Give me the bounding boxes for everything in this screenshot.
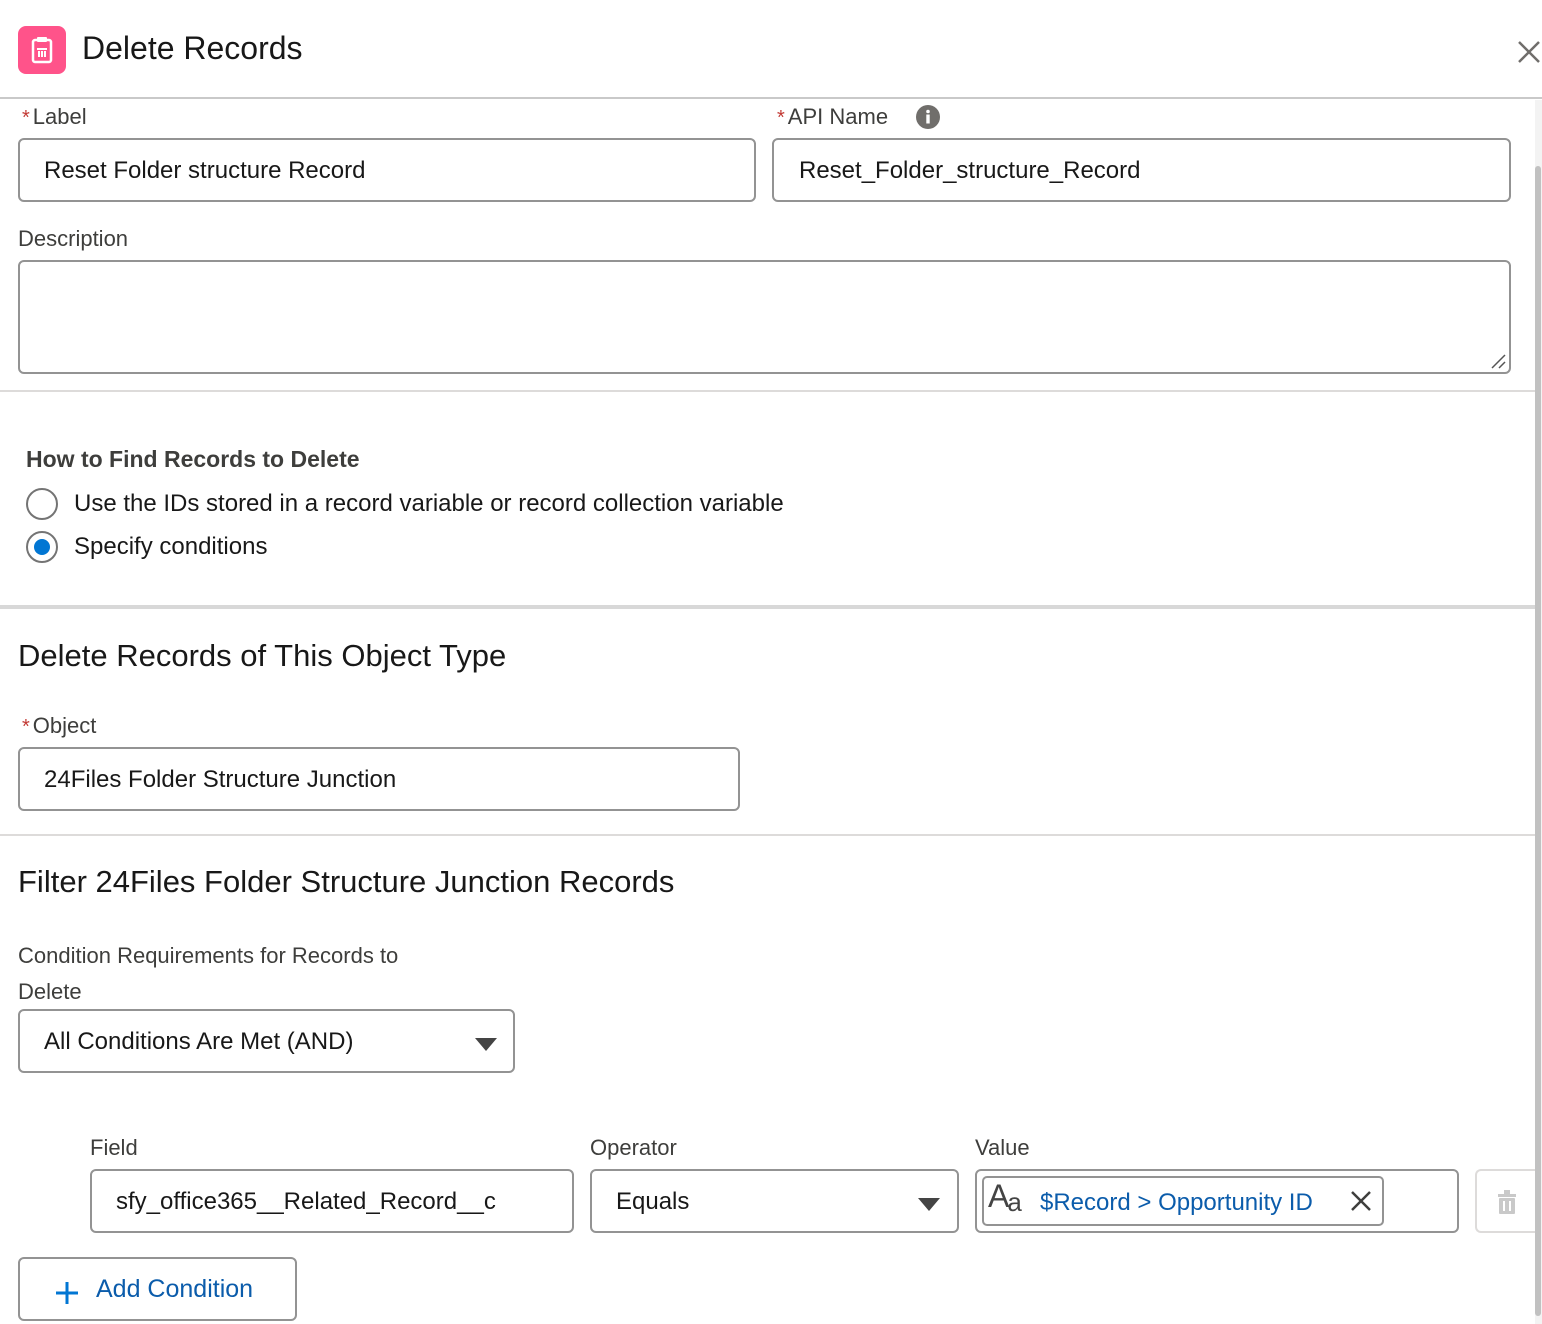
radio-label: Specify conditions <box>74 533 268 560</box>
remove-pill-icon[interactable] <box>1350 1190 1372 1212</box>
column-header-operator: Operator <box>590 1135 677 1160</box>
radio-option-record-variable[interactable]: Use the IDs stored in a record variable … <box>26 488 926 522</box>
section-divider <box>0 605 1535 609</box>
label-field-label: * Label <box>22 104 87 129</box>
label-input-value: Reset Folder structure Record <box>44 157 366 184</box>
object-input[interactable]: 24Files Folder Structure Junction <box>18 747 740 811</box>
condition-requirements-value: All Conditions Are Met (AND) <box>44 1028 354 1055</box>
condition-requirements-select[interactable]: All Conditions Are Met (AND) <box>18 1009 515 1073</box>
api-name-field-label: * API Name <box>777 104 889 129</box>
value-pill[interactable]: Aa $Record > Opportunity ID <box>982 1176 1384 1226</box>
chevron-down-icon <box>475 1038 497 1051</box>
header-divider <box>0 97 1542 99</box>
divider <box>0 390 1535 392</box>
add-condition-button[interactable]: Add Condition <box>18 1257 297 1321</box>
condition-field-value: sfy_office365__Related_Record__c <box>116 1188 496 1215</box>
api-name-input-value: Reset_Folder_structure_Record <box>799 157 1141 184</box>
condition-requirements-label-line1: Condition Requirements for Records to <box>18 943 399 968</box>
object-field-label: * Object <box>22 713 97 738</box>
scrollbar-thumb[interactable] <box>1535 166 1541 1316</box>
chevron-down-icon <box>918 1198 940 1211</box>
condition-value-input[interactable]: Aa $Record > Opportunity ID <box>975 1169 1459 1233</box>
object-input-value: 24Files Folder Structure Junction <box>44 766 397 793</box>
condition-field-input[interactable]: sfy_office365__Related_Record__c <box>90 1169 574 1233</box>
required-marker: * <box>22 716 30 738</box>
condition-requirements-label: Condition Requirements for Records to De… <box>18 938 398 1010</box>
close-icon[interactable] <box>1515 38 1542 66</box>
radio-button-selected[interactable] <box>26 531 58 563</box>
delete-condition-button[interactable] <box>1475 1169 1535 1233</box>
add-condition-label: Add Condition <box>96 1275 254 1303</box>
radio-option-specify-conditions[interactable]: Specify conditions <box>26 531 426 565</box>
header: Delete Records <box>0 0 1542 98</box>
info-icon[interactable] <box>915 104 941 130</box>
column-header-field: Field <box>90 1135 138 1160</box>
text-type-icon: Aa <box>988 1178 1022 1217</box>
value-pill-label: $Record > Opportunity ID <box>1040 1189 1313 1216</box>
condition-operator-select[interactable]: Equals <box>590 1169 959 1233</box>
api-name-input[interactable]: Reset_Folder_structure_Record <box>772 138 1511 202</box>
trash-icon <box>1498 1190 1516 1214</box>
object-section-heading: Delete Records of This Object Type <box>18 638 507 673</box>
filter-section-heading: Filter 24Files Folder Structure Junction… <box>18 864 675 899</box>
condition-operator-value: Equals <box>616 1188 690 1215</box>
find-records-heading: How to Find Records to Delete <box>26 446 360 472</box>
add-icon <box>56 1282 78 1304</box>
delete-records-icon <box>18 26 66 74</box>
radio-label: Use the IDs stored in a record variable … <box>74 490 784 517</box>
label-input[interactable]: Reset Folder structure Record <box>18 138 756 202</box>
resize-handle-icon[interactable] <box>1489 352 1507 370</box>
required-marker: * <box>777 107 785 129</box>
scrollbar-track[interactable] <box>1535 100 1542 1324</box>
condition-requirements-label-line2: Delete <box>18 979 82 1004</box>
column-header-value: Value <box>975 1135 1030 1160</box>
required-marker: * <box>22 107 30 129</box>
description-textarea[interactable] <box>18 260 1511 374</box>
description-label: Description <box>18 226 129 251</box>
page-title: Delete Records <box>82 30 303 66</box>
radio-button[interactable] <box>26 488 58 520</box>
divider <box>0 834 1535 836</box>
